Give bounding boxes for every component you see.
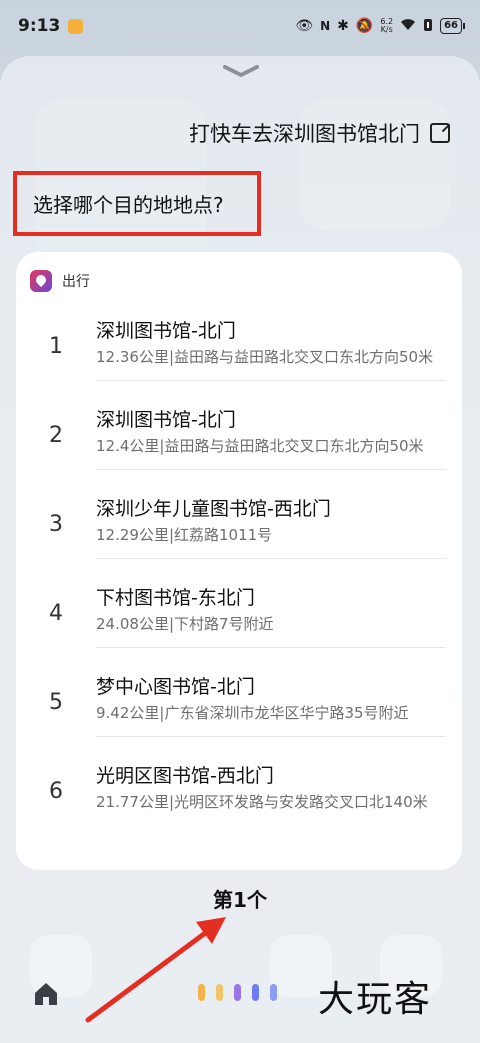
annotation-arrow-icon <box>85 917 226 1023</box>
